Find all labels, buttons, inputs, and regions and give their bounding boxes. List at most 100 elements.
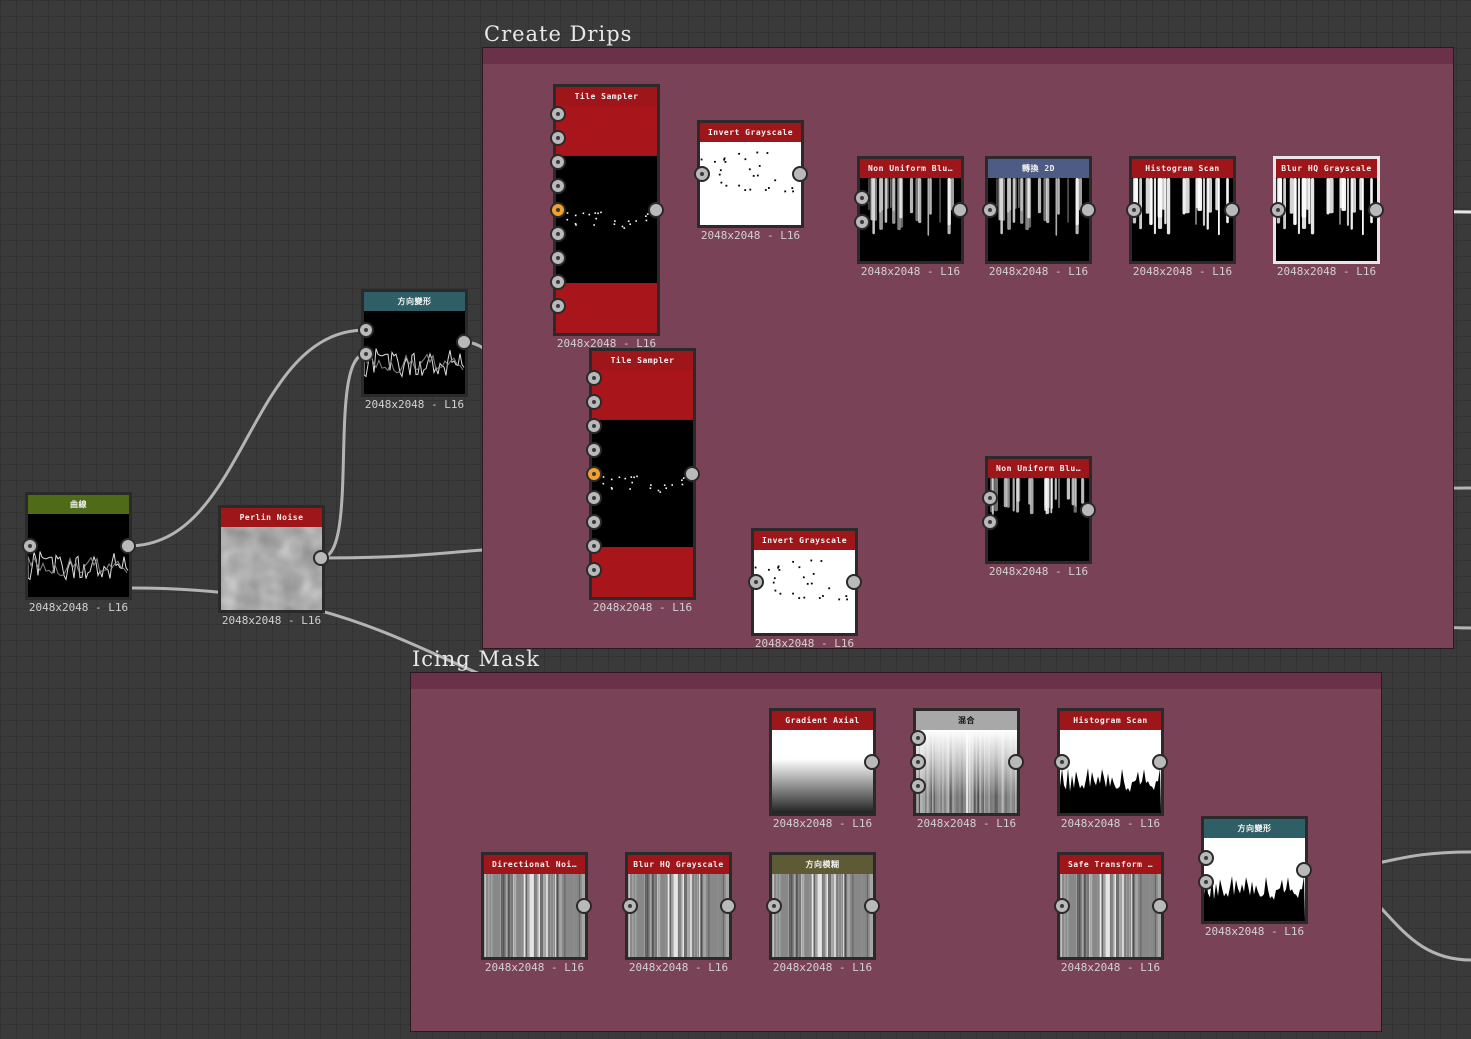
input-port[interactable] bbox=[622, 898, 638, 914]
input-port[interactable] bbox=[586, 466, 602, 482]
node-resolution-label: 2048x2048 - L16 bbox=[772, 817, 873, 830]
output-port[interactable] bbox=[952, 202, 968, 218]
input-port[interactable] bbox=[910, 730, 926, 746]
input-port[interactable] bbox=[550, 226, 566, 242]
output-port[interactable] bbox=[864, 898, 880, 914]
input-port[interactable] bbox=[910, 754, 926, 770]
node-invert-gray-1[interactable]: Invert Grayscale bbox=[697, 120, 804, 228]
input-port[interactable] bbox=[586, 490, 602, 506]
node-blur-hq-2[interactable]: Blur HQ Grayscale bbox=[625, 852, 732, 960]
output-port[interactable] bbox=[846, 574, 862, 590]
output-port[interactable] bbox=[313, 550, 329, 566]
input-port[interactable] bbox=[550, 274, 566, 290]
frame-create-drips-title[interactable]: Create Drips bbox=[484, 22, 632, 46]
node-title: Non Uniform Blu… bbox=[860, 159, 961, 178]
frame-icing-mask-bar[interactable] bbox=[411, 673, 1381, 689]
input-port[interactable] bbox=[22, 538, 38, 554]
node-resolution-label: 2048x2048 - L16 bbox=[1276, 265, 1377, 278]
output-port[interactable] bbox=[684, 466, 700, 482]
node-thumbnail bbox=[484, 874, 585, 957]
node-dir-blur[interactable]: 方向模糊 bbox=[769, 852, 876, 960]
node-curve[interactable]: 曲線 bbox=[25, 492, 132, 600]
output-port[interactable] bbox=[1368, 202, 1384, 218]
input-port[interactable] bbox=[982, 202, 998, 218]
input-port[interactable] bbox=[586, 538, 602, 554]
node-directional-noise[interactable]: Directional Noi… bbox=[481, 852, 588, 960]
node-histogram-scan-2[interactable]: Histogram Scan bbox=[1057, 708, 1164, 816]
node-thumbnail bbox=[1060, 730, 1161, 813]
input-port[interactable] bbox=[550, 178, 566, 194]
input-port[interactable] bbox=[586, 514, 602, 530]
frame-icing-mask-title[interactable]: Icing Mask bbox=[412, 647, 540, 671]
wire[interactable] bbox=[320, 352, 367, 560]
node-perlin-noise[interactable]: Perlin Noise bbox=[218, 505, 325, 613]
input-port[interactable] bbox=[550, 130, 566, 146]
input-port[interactable] bbox=[1270, 202, 1286, 218]
node-non-uniform-blur-1[interactable]: Non Uniform Blu… bbox=[857, 156, 964, 264]
input-port[interactable] bbox=[694, 166, 710, 182]
node-dir-warp-2[interactable]: 方向變形 bbox=[1201, 816, 1308, 924]
node-thumbnail bbox=[556, 106, 657, 333]
input-port[interactable] bbox=[550, 250, 566, 266]
output-port[interactable] bbox=[1224, 202, 1240, 218]
node-tile-sampler-1[interactable]: Tile Sampler bbox=[553, 84, 660, 336]
output-port[interactable] bbox=[1296, 862, 1312, 878]
input-port[interactable] bbox=[550, 106, 566, 122]
node-dir-warp-1[interactable]: 方向變形 bbox=[361, 289, 468, 397]
output-port[interactable] bbox=[1080, 202, 1096, 218]
output-port[interactable] bbox=[1152, 754, 1168, 770]
input-port[interactable] bbox=[550, 154, 566, 170]
node-gradient-axial[interactable]: Gradient Axial bbox=[769, 708, 876, 816]
input-port[interactable] bbox=[586, 418, 602, 434]
output-port[interactable] bbox=[576, 898, 592, 914]
input-port[interactable] bbox=[1126, 202, 1142, 218]
input-port[interactable] bbox=[358, 346, 374, 362]
input-port[interactable] bbox=[1054, 754, 1070, 770]
node-resolution-label: 2048x2048 - L16 bbox=[988, 565, 1089, 578]
input-port[interactable] bbox=[982, 514, 998, 530]
frame-create-drips-bar[interactable] bbox=[483, 48, 1453, 64]
input-port[interactable] bbox=[910, 778, 926, 794]
input-port[interactable] bbox=[550, 298, 566, 314]
output-port[interactable] bbox=[864, 754, 880, 770]
node-blend[interactable]: 混合 bbox=[913, 708, 1020, 816]
node-title: Blur HQ Grayscale bbox=[628, 855, 729, 874]
node-invert-gray-2[interactable]: Invert Grayscale bbox=[751, 528, 858, 636]
input-port[interactable] bbox=[748, 574, 764, 590]
input-port[interactable] bbox=[854, 190, 870, 206]
input-port[interactable] bbox=[358, 322, 374, 338]
node-thumbnail bbox=[916, 730, 1017, 813]
input-port[interactable] bbox=[854, 214, 870, 230]
output-port[interactable] bbox=[120, 538, 136, 554]
input-port[interactable] bbox=[766, 898, 782, 914]
input-port[interactable] bbox=[1198, 874, 1214, 890]
node-safe-transform[interactable]: Safe Transform … bbox=[1057, 852, 1164, 960]
node-thumbnail bbox=[988, 178, 1089, 261]
node-thumbnail bbox=[221, 527, 322, 610]
node-title: Histogram Scan bbox=[1060, 711, 1161, 730]
input-port[interactable] bbox=[550, 202, 566, 218]
node-tile-sampler-2[interactable]: Tile Sampler bbox=[589, 348, 696, 600]
node-blur-hq-1[interactable]: Blur HQ Grayscale bbox=[1273, 156, 1380, 264]
input-port[interactable] bbox=[586, 370, 602, 386]
node-histogram-scan-1[interactable]: Histogram Scan bbox=[1129, 156, 1236, 264]
output-port[interactable] bbox=[648, 202, 664, 218]
node-thumbnail bbox=[592, 370, 693, 597]
input-port[interactable] bbox=[586, 442, 602, 458]
node-thumbnail bbox=[860, 178, 961, 261]
output-port[interactable] bbox=[1008, 754, 1024, 770]
input-port[interactable] bbox=[1054, 898, 1070, 914]
input-port[interactable] bbox=[586, 562, 602, 578]
input-port[interactable] bbox=[1198, 850, 1214, 866]
node-thumbnail bbox=[28, 514, 129, 597]
input-port[interactable] bbox=[982, 490, 998, 506]
output-port[interactable] bbox=[720, 898, 736, 914]
output-port[interactable] bbox=[792, 166, 808, 182]
output-port[interactable] bbox=[1080, 502, 1096, 518]
node-title: Invert Grayscale bbox=[700, 123, 801, 142]
node-non-uniform-blur-2[interactable]: Non Uniform Blu… bbox=[985, 456, 1092, 564]
output-port[interactable] bbox=[1152, 898, 1168, 914]
node-transform-2d[interactable]: 轉換 2D bbox=[985, 156, 1092, 264]
output-port[interactable] bbox=[456, 334, 472, 350]
input-port[interactable] bbox=[586, 394, 602, 410]
